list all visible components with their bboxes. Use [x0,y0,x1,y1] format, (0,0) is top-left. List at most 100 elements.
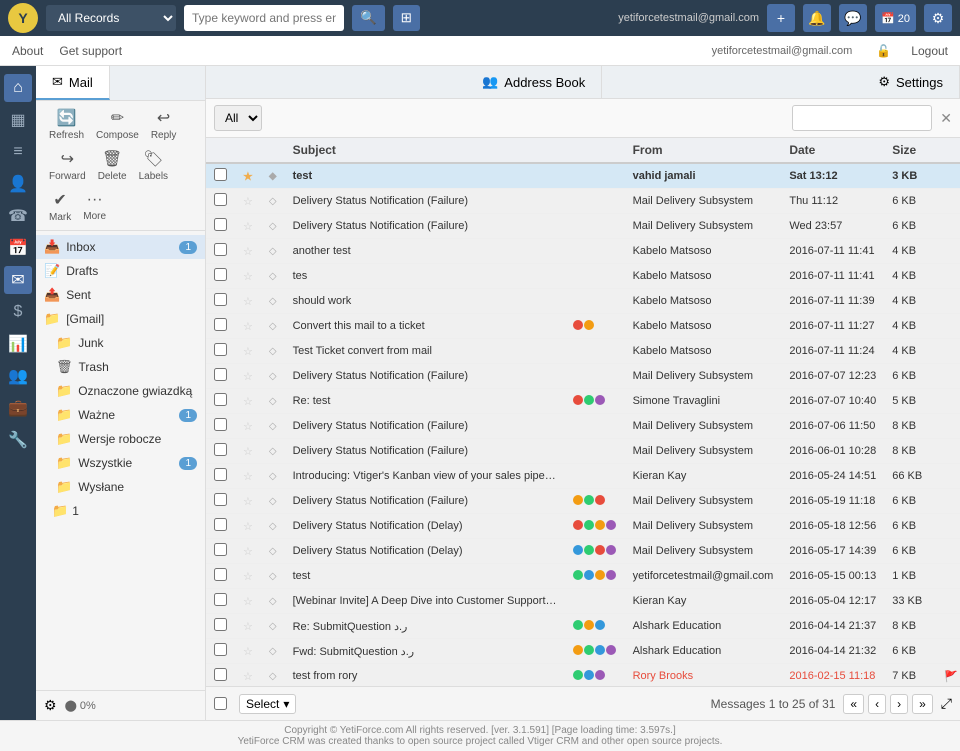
filter-select[interactable]: All [214,105,262,131]
color-dot[interactable] [573,620,583,630]
folder-versions[interactable]: 📁 Wersje robocze [36,427,205,451]
color-dot[interactable] [584,645,594,655]
logout-link[interactable]: Logout [911,44,948,58]
sidebar-icon-mail[interactable]: ✉ [4,266,32,294]
row-subject-cell[interactable]: tes [285,264,565,289]
sidebar-icon-home[interactable]: ⌂ [4,74,32,102]
row-subject-cell[interactable]: Delivery Status Notification (Failure) [285,189,565,214]
add-button[interactable]: + [767,4,795,32]
color-dot[interactable] [584,620,594,630]
row-subject-cell[interactable]: Convert this mail to a ticket [285,314,565,339]
color-dot[interactable] [606,545,616,555]
table-row[interactable]: ☆◇Re: SubmitQuestion ر.دAlshark Educatio… [206,614,960,639]
row-subject-cell[interactable]: Re: test [285,389,565,414]
row-star-cell[interactable]: ☆ [235,664,261,687]
color-dot[interactable] [573,495,583,505]
row-star-cell[interactable]: ☆ [235,464,261,489]
refresh-button[interactable]: 🔄 Refresh [44,105,89,144]
table-row[interactable]: ☆◇Delivery Status Notification (Delay)Ma… [206,539,960,564]
row-star-cell[interactable]: ☆ [235,189,261,214]
mail-search-clear-button[interactable]: ✕ [940,110,952,127]
folder-sent2[interactable]: 📁 Wysłane [36,475,205,499]
row-star-cell[interactable]: ☆ [235,264,261,289]
row-star-cell[interactable]: ☆ [235,364,261,389]
folder-num1[interactable]: 📁 1 [36,499,205,523]
tab-mail[interactable]: ✉ Mail [36,66,110,100]
color-dot[interactable] [573,645,583,655]
row-star-cell[interactable]: ☆ [235,564,261,589]
expand-button[interactable]: ⤢ [941,695,952,712]
row-star-cell[interactable]: ☆ [235,539,261,564]
row-checkbox[interactable] [214,393,227,406]
color-dot[interactable] [595,545,605,555]
chat-button[interactable]: 💬 [839,4,867,32]
color-dot[interactable] [584,495,594,505]
row-checkbox[interactable] [214,343,227,356]
table-row[interactable]: ☆◇[Webinar Invite] A Deep Dive into Cust… [206,589,960,614]
row-subject-cell[interactable]: should work [285,289,565,314]
mail-search-input[interactable] [792,105,932,131]
color-dot[interactable] [584,570,594,580]
table-row[interactable]: ☆◇tesKabelo Matsoso2016-07-11 11:414 KB [206,264,960,289]
first-page-button[interactable]: « [843,694,864,714]
row-subject-cell[interactable]: Fwd: SubmitQuestion ر.د [285,639,565,664]
calendar-notifications-button[interactable]: 📅 20 [875,4,916,32]
row-star-cell[interactable]: ★ [235,163,261,189]
folder-starred[interactable]: 📁 Oznaczone gwiazdką [36,379,205,403]
sidebar-icon-person[interactable]: 👤 [4,170,32,198]
row-subject-cell[interactable]: [Webinar Invite] A Deep Dive into Custom… [285,589,565,614]
color-dot[interactable] [573,320,583,330]
row-checkbox[interactable] [214,643,227,656]
table-row[interactable]: ☆◇Delivery Status Notification (Failure)… [206,489,960,514]
row-checkbox[interactable] [214,493,227,506]
row-checkbox[interactable] [214,618,227,631]
sidebar-icon-dollar[interactable]: $ [4,298,32,326]
folder-important[interactable]: 📁 Ważne 1 [36,403,205,427]
row-checkbox[interactable] [214,368,227,381]
global-search-button[interactable]: 🔍 [352,5,385,31]
color-dot[interactable] [595,620,605,630]
row-star-cell[interactable]: ☆ [235,214,261,239]
compose-button[interactable]: ✏ Compose [91,105,144,144]
table-row[interactable]: ☆◇Test Ticket convert from mailKabelo Ma… [206,339,960,364]
row-star-cell[interactable]: ☆ [235,289,261,314]
color-dot[interactable] [584,520,594,530]
sidebar-icon-tools[interactable]: 🔧 [4,426,32,454]
more-button[interactable]: ··· More [78,188,111,225]
gear-icon[interactable]: ⚙ [44,697,57,714]
color-dot[interactable] [584,545,594,555]
row-star-cell[interactable]: ☆ [235,589,261,614]
table-row[interactable]: ★◆testvahid jamaliSat 13:123 KB [206,163,960,189]
color-dot[interactable] [573,545,583,555]
row-subject-cell[interactable]: test [285,163,565,189]
row-checkbox[interactable] [214,543,227,556]
table-row[interactable]: ☆◇Delivery Status Notification (Failure)… [206,439,960,464]
labels-button[interactable]: 🏷 Labels [134,146,173,185]
row-star-cell[interactable]: ☆ [235,614,261,639]
row-subject-cell[interactable]: test [285,564,565,589]
row-checkbox[interactable] [214,318,227,331]
prev-page-button[interactable]: ‹ [868,694,886,714]
sidebar-icon-people[interactable]: 👥 [4,362,32,390]
row-checkbox[interactable] [214,443,227,456]
row-checkbox[interactable] [214,668,227,681]
color-dot[interactable] [595,645,605,655]
table-row[interactable]: ☆◇Convert this mail to a ticketKabelo Ma… [206,314,960,339]
row-star-cell[interactable]: ☆ [235,639,261,664]
row-checkbox[interactable] [214,568,227,581]
color-dot[interactable] [606,570,616,580]
table-row[interactable]: ☆◇test from roryRory Brooks2016-02-15 11… [206,664,960,687]
folder-gmail[interactable]: 📁 [Gmail] [36,307,205,331]
sidebar-icon-briefcase[interactable]: 💼 [4,394,32,422]
row-checkbox[interactable] [214,293,227,306]
table-row[interactable]: ☆◇Delivery Status Notification (Failure)… [206,189,960,214]
mark-button[interactable]: ✔ Mark [44,187,76,226]
get-support-link[interactable]: Get support [59,44,122,58]
folder-junk[interactable]: 📁 Junk [36,331,205,355]
table-row[interactable]: ☆◇should workKabelo Matsoso2016-07-11 11… [206,289,960,314]
row-checkbox[interactable] [214,243,227,256]
row-star-cell[interactable]: ☆ [235,414,261,439]
table-row[interactable]: ☆◇Re: testSimone Travaglini2016-07-07 10… [206,389,960,414]
row-star-cell[interactable]: ☆ [235,489,261,514]
sidebar-icon-layers[interactable]: ≡ [4,138,32,166]
